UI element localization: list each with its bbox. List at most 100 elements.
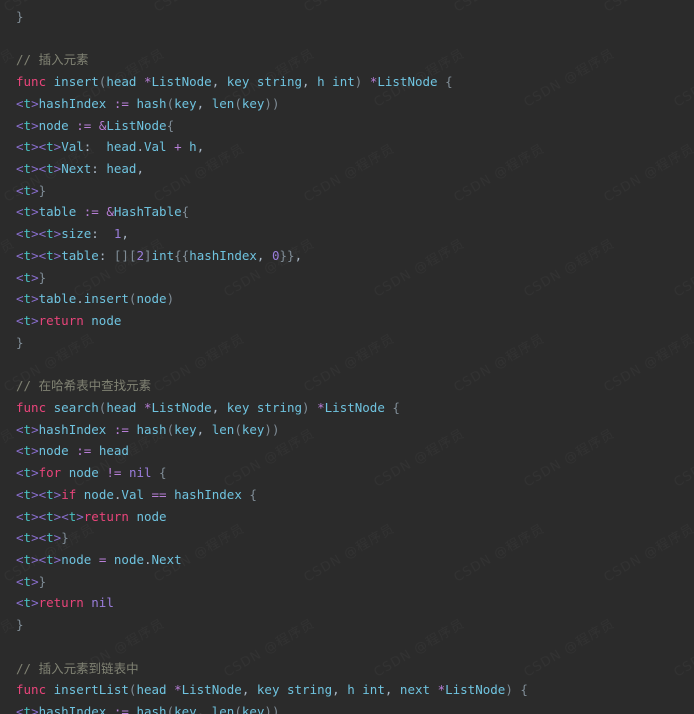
code-token: (	[166, 704, 175, 714]
code-token: head	[136, 682, 167, 698]
code-token: ,	[211, 74, 227, 90]
code-token: }	[61, 530, 69, 546]
code-token: ,	[294, 247, 303, 263]
code-token: insert	[83, 291, 129, 307]
code-token: <	[38, 530, 47, 546]
code-token: HashTable	[113, 204, 182, 220]
code-token: node	[83, 486, 114, 502]
code-token: int	[151, 247, 175, 263]
code-token: key	[174, 704, 197, 714]
code-token: 2	[136, 247, 145, 263]
code-line: <t>table := &HashTable{	[16, 201, 694, 223]
code-line: <t>}	[16, 571, 694, 593]
code-token: ListNode	[324, 399, 385, 415]
code-line: func search(head *ListNode, key string) …	[16, 397, 694, 419]
code-line: <t><t>table: [][2]int{{hashIndex, 0}},	[16, 245, 694, 267]
code-token: ]	[144, 247, 152, 263]
code-token: ListNode	[151, 399, 212, 415]
code-token: key	[174, 421, 197, 437]
code-token: ,	[384, 682, 400, 698]
code-token: []	[113, 247, 129, 263]
code-token: hashIndex	[38, 704, 107, 714]
code-token: key	[174, 95, 197, 111]
code-token: head	[106, 399, 137, 415]
code-token: t	[23, 530, 32, 546]
code-token: }	[16, 9, 24, 24]
code-token: {	[159, 465, 167, 481]
code-token: >	[31, 226, 39, 242]
code-token: }	[16, 334, 24, 350]
code-token: >	[31, 247, 39, 263]
code-token: <	[16, 182, 24, 198]
code-token: h	[347, 682, 355, 698]
code-token: head	[106, 161, 137, 177]
code-line: func insert(head *ListNode, key string, …	[16, 71, 694, 93]
code-line: <t>hashIndex := hash(key, len(key))	[16, 701, 694, 714]
code-token: >	[31, 595, 39, 611]
code-token: >	[31, 551, 39, 567]
code-token: &	[106, 204, 114, 220]
code-line: <t><t>Next: head,	[16, 158, 694, 180]
code-token: // 插入元素到链表中	[16, 660, 139, 676]
code-token: nil	[128, 465, 152, 481]
code-line: <t>}	[16, 180, 694, 202]
code-token: <	[16, 139, 24, 155]
code-token: func	[16, 682, 47, 698]
code-token: +	[174, 139, 182, 155]
code-token: <	[16, 573, 24, 589]
code-token: t	[46, 508, 54, 524]
code-token: }}	[279, 247, 295, 263]
code-token: >	[31, 508, 39, 524]
code-token: <	[16, 313, 24, 329]
code-line: <t>node := &ListNode{	[16, 115, 694, 137]
code-token: return	[38, 313, 84, 329]
code-token: ListNode	[445, 682, 506, 698]
code-token: )	[505, 682, 513, 698]
code-token: t	[23, 291, 32, 307]
code-token: key	[226, 399, 250, 415]
code-token: t	[46, 247, 54, 263]
code-token: for	[38, 465, 62, 481]
code-token: {	[392, 399, 400, 415]
code-token: >	[31, 486, 39, 502]
code-token: <	[38, 247, 47, 263]
code-token: node	[38, 443, 69, 459]
code-line: <t><t><t>return node	[16, 506, 694, 528]
code-token: table	[61, 247, 99, 263]
code-token: {{	[174, 247, 190, 263]
code-token: t	[23, 421, 32, 437]
code-token: >	[31, 530, 39, 546]
code-token: next	[399, 682, 431, 698]
code-token: (	[166, 95, 175, 111]
code-token: >	[31, 573, 39, 589]
code-viewer[interactable]: CSDN @程序员CSDN @程序员CSDN @程序员CSDN @程序员CSDN…	[0, 0, 694, 714]
code-token: t	[23, 313, 32, 329]
code-token: h	[317, 74, 325, 90]
code-token: len	[211, 421, 235, 437]
code-token: >	[31, 443, 39, 459]
code-token: <	[16, 530, 24, 546]
code-token: head	[106, 74, 137, 90]
code-token: return	[38, 595, 84, 611]
code-token: (	[166, 421, 175, 437]
code-token: ,	[136, 161, 144, 177]
code-token: ,	[256, 247, 272, 263]
code-line: <t>return nil	[16, 592, 694, 614]
code-token: string	[256, 399, 303, 415]
code-token: t	[23, 182, 32, 198]
code-token: hashIndex	[38, 421, 107, 437]
